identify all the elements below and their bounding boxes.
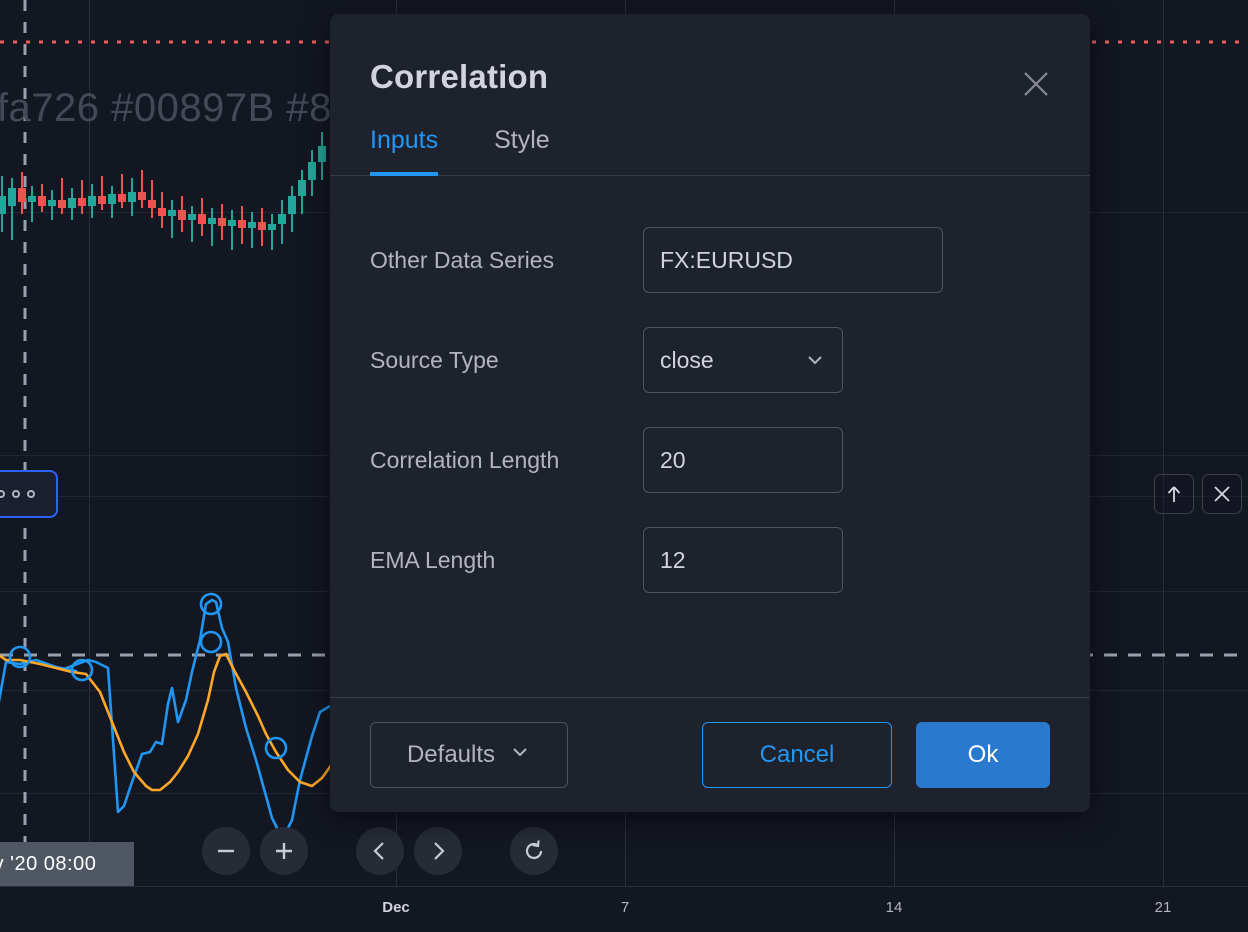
reset-chart-button[interactable] xyxy=(510,827,558,875)
chevron-down-icon xyxy=(509,741,531,770)
app-root: ffa726 #00897B #808000 #88(Dec 7 14 21 … xyxy=(0,0,1248,932)
correlation-length-input[interactable]: 20 xyxy=(643,427,843,493)
tab-inputs[interactable]: Inputs xyxy=(370,126,439,176)
more-horizontal-icon xyxy=(27,490,35,498)
chevron-right-icon xyxy=(434,842,445,860)
time-axis-tick: 7 xyxy=(620,899,630,916)
chevron-left-icon xyxy=(373,842,384,860)
scroll-left-button[interactable] xyxy=(356,827,404,875)
dialog-body: Other Data Series FX:EURUSD Source Type … xyxy=(330,176,1090,697)
field-value: close xyxy=(660,346,714,373)
zoom-out-icon xyxy=(218,849,234,853)
field-row-ema-length: EMA Length 12 xyxy=(370,510,1050,610)
field-row-correlation-length: Correlation Length 20 xyxy=(370,410,1050,510)
candlestick-series xyxy=(0,132,326,250)
field-label: Source Type xyxy=(370,346,499,373)
time-axis[interactable]: Dec 7 14 21 xyxy=(0,886,1248,932)
arrow-up-icon xyxy=(1167,486,1181,502)
chart-zoom-toolbar xyxy=(202,827,558,875)
field-label: Correlation Length xyxy=(370,446,560,473)
scroll-right-button[interactable] xyxy=(414,827,462,875)
crosshair-time-label: v '20 08:00 xyxy=(0,842,134,886)
other-data-series-input[interactable]: FX:EURUSD xyxy=(643,227,943,293)
zoom-group xyxy=(202,827,308,875)
dialog-footer: Defaults Cancel Ok xyxy=(330,697,1090,812)
cancel-button[interactable]: Cancel xyxy=(702,722,892,788)
close-icon xyxy=(1214,486,1230,502)
time-axis-tick: 14 xyxy=(885,899,903,916)
close-icon xyxy=(1024,72,1048,96)
dialog-header: Correlation xyxy=(330,14,1090,96)
time-axis-tick: 21 xyxy=(1154,899,1172,916)
more-horizontal-icon xyxy=(0,490,5,498)
ema-length-input[interactable]: 12 xyxy=(643,527,843,593)
defaults-dropdown-button[interactable]: Defaults xyxy=(370,722,568,788)
reset-icon xyxy=(525,840,543,860)
field-value: 20 xyxy=(660,446,686,473)
field-row-other-data-series: Other Data Series FX:EURUSD xyxy=(370,210,1050,310)
field-label: Other Data Series xyxy=(370,246,555,273)
more-horizontal-icon xyxy=(12,490,20,498)
scroll-group xyxy=(356,827,462,875)
correlation-settings-dialog: Correlation Inputs Style Other Data Seri… xyxy=(330,14,1090,812)
indicator-more-button[interactable] xyxy=(0,470,58,518)
source-type-select[interactable]: close xyxy=(643,327,843,393)
ok-button[interactable]: Ok xyxy=(916,722,1050,788)
tab-style[interactable]: Style xyxy=(494,126,550,175)
chevron-down-icon xyxy=(804,349,826,371)
field-value: 12 xyxy=(660,546,686,573)
zoom-in-button[interactable] xyxy=(260,827,308,875)
pane-side-buttons xyxy=(1154,474,1242,514)
zoom-out-button[interactable] xyxy=(202,827,250,875)
dialog-title: Correlation xyxy=(370,58,549,95)
defaults-label: Defaults xyxy=(406,741,496,768)
field-value: FX:EURUSD xyxy=(660,246,793,273)
correlation-line-series xyxy=(0,592,334,838)
move-pane-up-button[interactable] xyxy=(1154,474,1194,514)
time-axis-tick: Dec xyxy=(382,899,410,916)
remove-pane-button[interactable] xyxy=(1202,474,1242,514)
zoom-in-icon xyxy=(276,843,292,859)
dialog-tabs: Inputs Style xyxy=(330,96,1090,176)
dialog-close-button[interactable] xyxy=(1016,64,1056,104)
field-row-source-type: Source Type close xyxy=(370,310,1050,410)
field-label: EMA Length xyxy=(370,546,496,573)
